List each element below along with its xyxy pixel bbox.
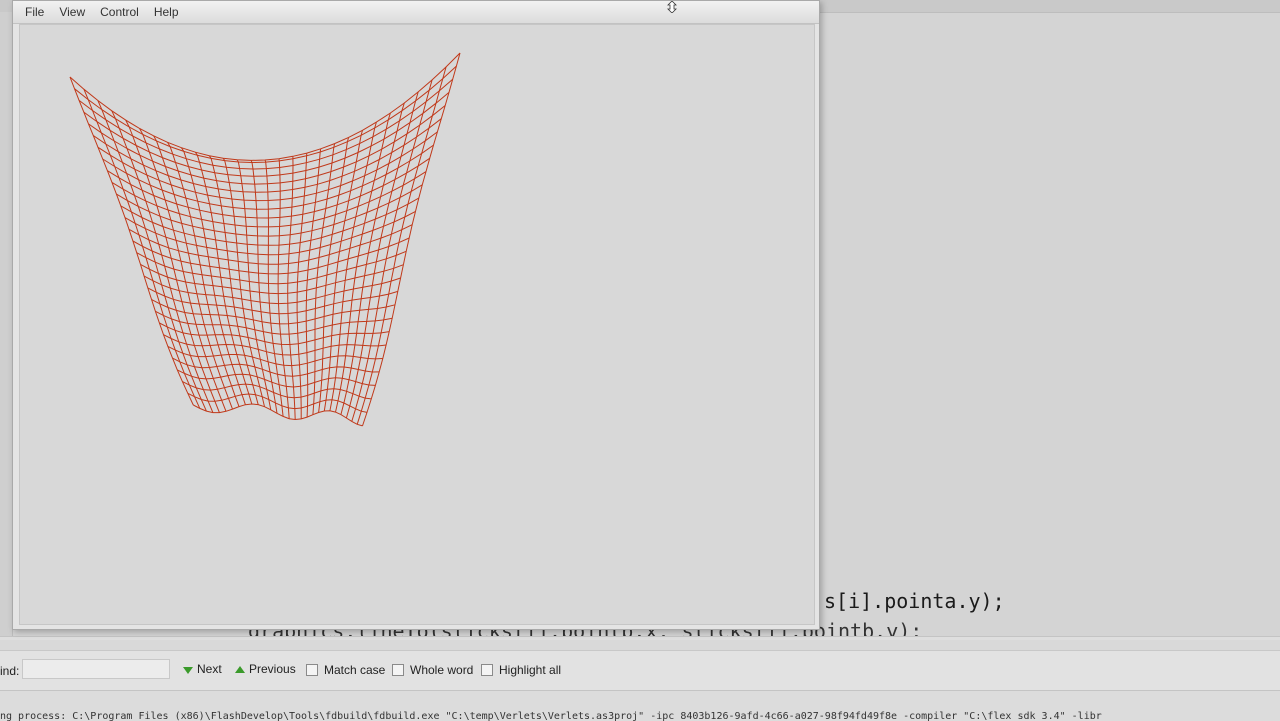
cloth-stick-line <box>78 78 454 170</box>
cloth-mesh[interactable] <box>20 25 814 624</box>
cloth-stick-line <box>296 153 308 419</box>
cloth-stick-line <box>329 121 377 411</box>
cloth-stick-line <box>120 197 420 246</box>
menu-bar: File View Control Help <box>13 1 819 24</box>
cloth-stick-line <box>187 392 368 413</box>
menu-view[interactable]: View <box>59 5 85 19</box>
flash-stage[interactable] <box>19 24 815 625</box>
move-cursor-icon <box>667 1 677 13</box>
previous-button[interactable]: Previous <box>235 662 296 676</box>
cloth-stick-line <box>193 403 363 427</box>
cloth-stick-line <box>305 148 322 418</box>
checkbox-box[interactable] <box>306 664 318 676</box>
highlight-all-label: Highlight all <box>499 663 562 677</box>
cloth-stick-line <box>287 156 296 420</box>
cloth-stick-line <box>177 369 376 388</box>
previous-label: Previous <box>249 662 296 676</box>
match-case-label: Match case <box>324 663 386 677</box>
flash-player-window[interactable]: File View Control Help <box>12 0 820 630</box>
horizontal-scrollbar[interactable]: ||| <box>0 636 1280 640</box>
cloth-stick-line <box>69 76 194 406</box>
output-panel: ng process: C:\Program Files (x86)\Flash… <box>0 690 1280 721</box>
next-label: Next <box>197 662 222 676</box>
cloth-stick-line <box>83 89 201 409</box>
menu-control[interactable]: Control <box>100 5 139 19</box>
cloth-stick-line <box>116 184 423 237</box>
cloth-stick-line <box>97 100 207 412</box>
menu-help[interactable]: Help <box>154 5 179 19</box>
cloth-stick-line <box>318 137 350 413</box>
checkbox-box[interactable] <box>481 664 493 676</box>
checkbox-box[interactable] <box>392 664 404 676</box>
arrow-down-icon <box>183 666 193 674</box>
cloth-stick-line <box>69 52 461 161</box>
find-input[interactable] <box>22 659 170 679</box>
next-button[interactable]: Next <box>183 662 222 676</box>
code-line: s[i].pointa.y); <box>824 589 1005 613</box>
cloth-stick-line <box>208 155 259 405</box>
cloth-stick-line <box>356 66 447 425</box>
find-bar: ind: Next Previous Match case Whole word… <box>0 650 1280 691</box>
highlight-all-checkbox[interactable]: Highlight all <box>481 663 561 677</box>
cloth-stick-line <box>153 135 233 410</box>
cloth-stick-line <box>83 92 450 177</box>
arrow-up-icon <box>235 665 245 673</box>
whole-word-checkbox[interactable]: Whole word <box>392 663 473 677</box>
cloth-stick-line <box>351 79 433 422</box>
find-label: ind: <box>0 664 20 678</box>
whole-word-label: Whole word <box>410 663 474 677</box>
menu-file[interactable]: File <box>25 5 44 19</box>
match-case-checkbox[interactable]: Match case <box>306 663 385 677</box>
